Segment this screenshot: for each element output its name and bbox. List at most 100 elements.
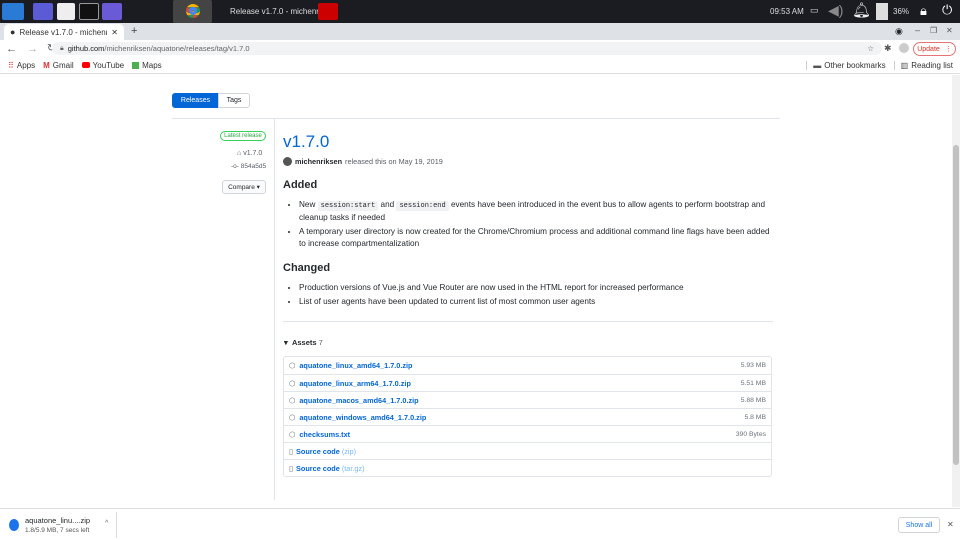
reading-list-icon: ▥ bbox=[900, 60, 909, 70]
close-window-icon[interactable]: ✕ bbox=[946, 26, 953, 35]
list-item: A temporary user directory is now create… bbox=[299, 226, 773, 250]
commit-link[interactable]: -o- 854a5d5 bbox=[231, 163, 266, 170]
bookmark-gmail[interactable]: M Gmail bbox=[43, 61, 74, 70]
tags-tab[interactable]: Tags bbox=[218, 93, 250, 108]
gmail-icon: M bbox=[43, 60, 50, 70]
list-item: Production versions of Vue.js and Vue Ro… bbox=[299, 282, 773, 294]
forward-icon[interactable]: → bbox=[27, 43, 38, 55]
divider bbox=[283, 321, 773, 322]
lock-icon[interactable]: 🔒︎ bbox=[920, 3, 927, 19]
profile-avatar-icon[interactable] bbox=[899, 43, 909, 53]
source-link[interactable]: Source code bbox=[296, 464, 340, 473]
tab-close-icon[interactable]: ✕ bbox=[111, 28, 118, 37]
asset-row[interactable]: ⬡ checksums.txt 390 Bytes bbox=[284, 425, 771, 442]
kali-menu-icon[interactable] bbox=[2, 3, 24, 20]
package-icon: ⬡ bbox=[289, 395, 296, 405]
bookmark-star-icon[interactable]: ☆ bbox=[867, 44, 874, 53]
source-link[interactable]: Source code bbox=[296, 447, 340, 456]
tag-link[interactable]: ⌂ v1.7.0 bbox=[237, 150, 262, 157]
lock-icon: 🔒︎ bbox=[60, 44, 64, 52]
reading-list[interactable]: ▥ Reading list bbox=[893, 60, 953, 70]
tab-search-icon[interactable]: ◉ bbox=[895, 26, 903, 37]
asset-row[interactable]: ⬡ aquatone_windows_amd64_1.7.0.zip 5.8 MB bbox=[284, 408, 771, 425]
source-row[interactable]: ▯ Source code (tar.gz) bbox=[284, 459, 771, 476]
back-icon[interactable]: ← bbox=[6, 43, 17, 55]
asset-size: 5.93 MB bbox=[740, 362, 766, 369]
divider bbox=[172, 118, 780, 119]
compare-button[interactable]: Compare ▾ bbox=[222, 180, 266, 194]
assets-list: ⬡ aquatone_linux_amd64_1.7.0.zip 5.93 MB ⬡… bbox=[283, 356, 772, 477]
new-tab-button[interactable]: + bbox=[131, 25, 137, 37]
scrollbar-thumb[interactable] bbox=[953, 145, 959, 465]
browser-tab[interactable]: ● Release v1.7.0 - michenriksen ✕ bbox=[4, 24, 124, 40]
chrome-taskbar-icon[interactable] bbox=[173, 0, 212, 23]
asset-link[interactable]: checksums.txt bbox=[299, 430, 350, 439]
asset-size: 5.51 MB bbox=[740, 379, 766, 387]
asset-link[interactable]: aquatone_macos_amd64_1.7.0.zip bbox=[299, 396, 418, 405]
asset-size: 5.88 MB bbox=[740, 396, 766, 404]
bookmark-youtube[interactable]: YouTube bbox=[81, 61, 124, 70]
asset-link[interactable]: aquatone_windows_amd64_1.7.0.zip bbox=[299, 413, 426, 422]
download-status: 1.8/5.9 MB, 7 secs left bbox=[25, 527, 90, 534]
volume-icon[interactable]: ◀) bbox=[828, 2, 843, 19]
download-progress-icon bbox=[9, 519, 19, 531]
package-icon: ⬡ bbox=[289, 361, 296, 370]
minimize-icon[interactable]: – bbox=[915, 25, 920, 35]
list-item: New session:start and session:end events… bbox=[299, 199, 773, 224]
taskbar-window-title[interactable]: Release v1.7.0 - michenri... bbox=[230, 7, 327, 16]
tab-title: Release v1.7.0 - michenriksen bbox=[19, 27, 107, 37]
github-favicon-icon: ● bbox=[10, 27, 16, 37]
release-meta: michenriksen released this on May 19, 20… bbox=[283, 157, 443, 166]
changed-list: Production versions of Vue.js and Vue Ro… bbox=[283, 282, 773, 310]
added-list: New session:start and session:end events… bbox=[283, 199, 773, 252]
battery-icon bbox=[876, 3, 888, 20]
recorder-icon[interactable] bbox=[102, 3, 122, 20]
assets-toggle[interactable]: ▾ Assets 7 bbox=[284, 338, 323, 347]
files-icon[interactable] bbox=[57, 3, 75, 20]
display-icon[interactable]: ▭ bbox=[810, 5, 819, 16]
logout-icon[interactable]: ⏻ bbox=[942, 2, 952, 18]
bookmark-maps[interactable]: Maps bbox=[132, 61, 162, 70]
download-item[interactable]: aquatone_linu....zip 1.8/5.9 MB, 7 secs … bbox=[5, 512, 117, 538]
download-bar: aquatone_linu....zip 1.8/5.9 MB, 7 secs … bbox=[0, 508, 960, 540]
extensions-icon[interactable]: ✱ bbox=[884, 43, 892, 54]
close-download-bar-icon[interactable]: ✕ bbox=[947, 520, 954, 529]
app-thumbnail-icon[interactable] bbox=[318, 3, 338, 20]
release-date: released this on May 19, 2019 bbox=[345, 157, 443, 166]
asset-row[interactable]: ⬡ aquatone_linux_amd64_1.7.0.zip 5.93 MB bbox=[284, 357, 771, 374]
terminal-icon[interactable] bbox=[79, 3, 99, 20]
address-bar[interactable]: 🔒︎ github.com/michenriksen/aquatone/rele… bbox=[52, 42, 882, 55]
asset-link[interactable]: aquatone_linux_amd64_1.7.0.zip bbox=[299, 361, 412, 370]
url-host: github.com bbox=[67, 44, 105, 53]
folder-icon: ▬ bbox=[813, 60, 822, 70]
restore-icon[interactable]: ❐ bbox=[930, 26, 937, 35]
show-all-button[interactable]: Show all bbox=[898, 517, 940, 533]
latest-release-badge: Latest release bbox=[220, 131, 266, 141]
chevron-up-icon[interactable]: ^ bbox=[105, 520, 108, 527]
bookmark-apps[interactable]: ⠿ Apps bbox=[8, 61, 35, 70]
asset-row[interactable]: ⬡ aquatone_macos_amd64_1.7.0.zip 5.88 MB bbox=[284, 391, 771, 408]
asset-link[interactable]: aquatone_linux_arm64_1.7.0.zip bbox=[299, 379, 411, 388]
source-format[interactable]: (tar.gz) bbox=[342, 464, 365, 473]
workspace-icon[interactable] bbox=[33, 3, 53, 20]
update-button[interactable]: Update ⋮ bbox=[913, 42, 956, 56]
tab-strip bbox=[0, 23, 960, 40]
package-icon: ⬡ bbox=[289, 378, 296, 388]
clock: 09:53 AM bbox=[770, 7, 804, 16]
battery-percent: 36% bbox=[893, 7, 910, 16]
column-divider bbox=[274, 118, 275, 500]
author-link[interactable]: michenriksen bbox=[295, 157, 342, 166]
download-filename: aquatone_linu....zip bbox=[25, 516, 91, 525]
asset-size: 5.8 MB bbox=[744, 413, 766, 421]
author-avatar[interactable] bbox=[283, 157, 292, 166]
source-format[interactable]: (zip) bbox=[342, 447, 356, 456]
other-bookmarks[interactable]: ▬ Other bookmarks bbox=[806, 60, 886, 70]
file-zip-icon: ▯ bbox=[289, 446, 294, 456]
package-icon: ⬡ bbox=[289, 412, 296, 422]
changed-heading: Changed bbox=[283, 262, 331, 274]
releases-tab[interactable]: Releases bbox=[172, 93, 219, 108]
notification-bell-icon[interactable]: 🔔︎ bbox=[852, 1, 871, 19]
release-title[interactable]: v1.7.0 bbox=[283, 132, 329, 152]
source-row[interactable]: ▯ Source code (zip) bbox=[284, 442, 771, 459]
asset-row[interactable]: ⬡ aquatone_linux_arm64_1.7.0.zip 5.51 MB bbox=[284, 374, 771, 391]
